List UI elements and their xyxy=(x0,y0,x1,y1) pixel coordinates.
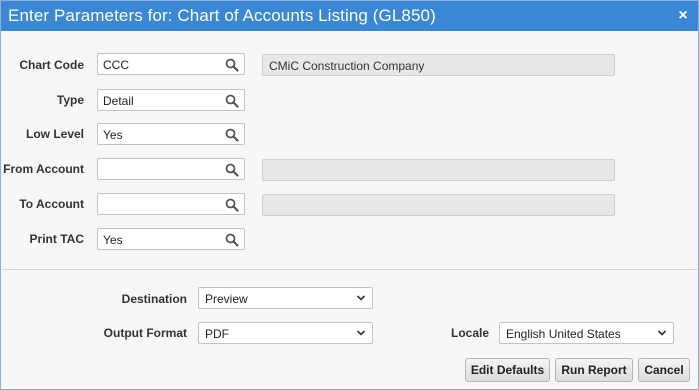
output-format-value: PDF xyxy=(205,327,229,341)
dialog-titlebar: Enter Parameters for: Chart of Accounts … xyxy=(1,1,698,31)
section-divider xyxy=(2,269,699,270)
chevron-down-icon xyxy=(356,295,366,301)
from-account-label: From Account xyxy=(3,162,84,176)
destination-value: Preview xyxy=(205,292,248,306)
chart-code-value: CCC xyxy=(103,58,129,72)
chart-code-description: CMiC Construction Company xyxy=(262,54,615,76)
type-field[interactable]: Detail xyxy=(97,89,245,111)
chart-code-field[interactable]: CCC xyxy=(97,53,245,75)
search-icon[interactable] xyxy=(225,233,239,247)
locale-select[interactable]: English United States xyxy=(499,322,674,344)
from-account-field[interactable] xyxy=(97,158,245,180)
print-tac-field[interactable]: Yes xyxy=(97,228,245,250)
search-icon[interactable] xyxy=(225,58,239,72)
search-icon[interactable] xyxy=(225,128,239,142)
search-icon[interactable] xyxy=(225,94,239,108)
run-report-button[interactable]: Run Report xyxy=(555,358,633,382)
chevron-down-icon xyxy=(356,330,366,336)
low-level-value: Yes xyxy=(103,128,123,142)
to-account-field[interactable] xyxy=(97,193,245,215)
print-tac-label: Print TAC xyxy=(29,232,84,246)
print-tac-value: Yes xyxy=(103,233,123,247)
low-level-label: Low Level xyxy=(25,127,84,141)
close-icon[interactable]: × xyxy=(675,6,691,26)
from-account-description xyxy=(262,159,615,181)
destination-label: Destination xyxy=(121,292,187,306)
to-account-label: To Account xyxy=(19,197,84,211)
chart-code-label: Chart Code xyxy=(19,58,84,72)
output-format-label: Output Format xyxy=(103,326,187,340)
locale-label: Locale xyxy=(450,326,489,340)
low-level-field[interactable]: Yes xyxy=(97,123,245,145)
search-icon[interactable] xyxy=(225,163,239,177)
destination-select[interactable]: Preview xyxy=(198,287,373,309)
dialog-title: Enter Parameters for: Chart of Accounts … xyxy=(8,6,436,25)
type-label: Type xyxy=(56,93,84,107)
parameters-dialog: Enter Parameters for: Chart of Accounts … xyxy=(0,0,699,390)
to-account-description xyxy=(262,194,615,216)
chevron-down-icon xyxy=(657,330,667,336)
search-icon[interactable] xyxy=(225,198,239,212)
locale-value: English United States xyxy=(506,327,621,341)
chart-code-description-text: CMiC Construction Company xyxy=(269,59,425,73)
type-value: Detail xyxy=(103,94,134,108)
output-format-select[interactable]: PDF xyxy=(198,322,373,344)
edit-defaults-button[interactable]: Edit Defaults xyxy=(465,358,550,382)
cancel-button[interactable]: Cancel xyxy=(638,358,690,382)
